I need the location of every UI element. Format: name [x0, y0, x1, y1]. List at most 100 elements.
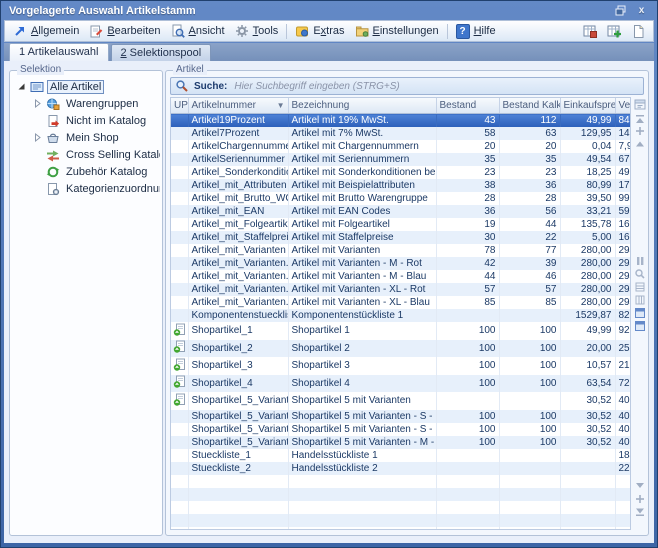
menu-hilfe[interactable]: ?Hilfe	[451, 22, 501, 40]
tree-item[interactable]: Kategorienzuordnung entfernen	[12, 180, 160, 197]
table-row[interactable]: Shopartikel_5_Varianten.3Shopartikel 5 m…	[171, 436, 631, 449]
table-row[interactable]: Artikel_mit_AttributenArtikel mit Beispi…	[171, 179, 631, 192]
scroll-bottom-icon[interactable]	[633, 506, 646, 518]
tree-item[interactable]: Alle Artikel	[12, 78, 160, 95]
bestand-cell: 85	[436, 296, 499, 309]
expanded-expander-icon[interactable]	[16, 81, 27, 92]
artikelnummer-cell: ArtikelChargennummer	[188, 140, 288, 153]
table-row[interactable]: Shopartikel_1Shopartikel 110010049,9992,	[171, 322, 631, 340]
table-row[interactable]: Artikel_mit_FolgeartikelArtikel mit Folg…	[171, 218, 631, 231]
scroll-up-plus-icon[interactable]	[633, 125, 646, 137]
tab-selektionspool[interactable]: 2 Selektionspool	[111, 44, 212, 61]
collapsed-expander-icon[interactable]	[32, 132, 43, 143]
new-document-icon[interactable]	[630, 23, 646, 39]
column-header[interactable]: Ve	[615, 98, 631, 114]
scroll-down-plus-icon[interactable]	[633, 493, 646, 505]
bestand-cell: 36	[436, 205, 499, 218]
window-icon[interactable]	[633, 320, 646, 332]
table-row[interactable]: Artikel_SonderkonditionenArtikel mit Son…	[171, 166, 631, 179]
table-row[interactable]: Stueckliste_1Handelsstückliste 1184	[171, 449, 631, 462]
table-row[interactable]: Artikel_mit_Varianten.005Artikel mit Var…	[171, 283, 631, 296]
einkaufspreis-cell	[560, 462, 615, 475]
tree-item[interactable]: Nicht im Katalog	[12, 112, 160, 129]
table-row[interactable]: Stueckliste_2Handelsstückliste 2229	[171, 462, 631, 475]
table-row[interactable]: Artikel_mit_VariantenArtikel mit Variant…	[171, 244, 631, 257]
tab-artikelauswahl[interactable]: 1 Artikelauswahl	[9, 43, 109, 61]
window-icon[interactable]	[633, 307, 646, 319]
table-export-icon[interactable]	[582, 23, 598, 39]
einkaufspreis-cell: 129,95	[560, 127, 615, 140]
column-header[interactable]: Einkaufspreis	[560, 98, 615, 114]
up-cell	[171, 153, 188, 166]
column-header[interactable]: Artikelnummer▼	[188, 98, 288, 114]
maximize-button[interactable]	[613, 4, 628, 17]
table-row[interactable]: Artikel_mit_StaffelpreiseArtikel mit Sta…	[171, 231, 631, 244]
menu-extras[interactable]: Extras	[290, 22, 349, 40]
table-row[interactable]: Shopartikel_5_Varianten.1Shopartikel 5 m…	[171, 410, 631, 423]
ve-cell: 49,	[615, 166, 631, 179]
table-row[interactable]: Shopartikel_3Shopartikel 310010010,5721,	[171, 357, 631, 375]
einkaufspreis-cell: 280,00	[560, 244, 615, 257]
scroll-top-icon[interactable]	[633, 113, 646, 125]
bestand-cell: 42	[436, 257, 499, 270]
table-row[interactable]: ArtikelSeriennummerArtikel mit Seriennum…	[171, 153, 631, 166]
tree-item[interactable]: Cross Selling Katalog	[12, 146, 160, 163]
bestand-cell: 100	[436, 410, 499, 423]
table-row[interactable]: Artikel_mit_Varianten.004Artikel mit Var…	[171, 270, 631, 283]
einkaufspreis-cell: 18,25	[560, 166, 615, 179]
scroll-up-icon[interactable]	[633, 137, 646, 149]
search-input[interactable]	[232, 80, 639, 93]
bezeichnung-cell: Artikel mit 19% MwSt.	[288, 114, 436, 128]
table-row[interactable]: Shopartikel_2Shopartikel 210010020,0025,	[171, 340, 631, 358]
bestand-kalk-cell: 100	[499, 423, 560, 436]
menu-tools[interactable]: Tools	[230, 22, 284, 40]
table-row[interactable]: Komponentenstueckliste_1Komponentenstück…	[171, 309, 631, 322]
table-row[interactable]: Shopartikel_5_Varianten.2Shopartikel 5 m…	[171, 423, 631, 436]
table-add-icon[interactable]	[606, 23, 622, 39]
menu-ansicht[interactable]: Ansicht	[166, 22, 230, 40]
tree-item-label: Alle Artikel	[47, 80, 104, 94]
table-row[interactable]: Artikel_mit_EANArtikel mit EAN Codes3656…	[171, 205, 631, 218]
tree-item[interactable]: Mein Shop	[12, 129, 160, 146]
bezeichnung-cell: Shopartikel 1	[288, 322, 436, 340]
column-header[interactable]: UP	[171, 98, 188, 114]
empty-row	[171, 514, 631, 527]
ve-cell: 21,	[615, 357, 631, 375]
table-row[interactable]: Artikel_mit_Brutto_WGRArtikel mit Brutto…	[171, 192, 631, 205]
column-header[interactable]: Bestand Kalk.	[499, 98, 560, 114]
app-window: Vorgelagerte Auswahl Artikelstamm x Allg…	[0, 0, 658, 548]
close-button[interactable]: x	[634, 4, 649, 17]
table-row[interactable]: Artikel7ProzentArtikel mit 7% MwSt.58631…	[171, 127, 631, 140]
column-header[interactable]: Bezeichnung	[288, 98, 436, 114]
table-row[interactable]: Artikel_mit_Varianten.003Artikel mit Var…	[171, 257, 631, 270]
columns-icon[interactable]	[633, 294, 646, 306]
magnifier-icon[interactable]	[633, 268, 646, 280]
folder-settings-icon	[355, 24, 369, 38]
menu-einstellungen[interactable]: Einstellungen	[350, 22, 444, 40]
table-row[interactable]: ArtikelChargennummerArtikel mit Chargenn…	[171, 140, 631, 153]
up-cell	[171, 166, 188, 179]
column-chooser-icon[interactable]	[633, 98, 646, 110]
tree-item[interactable]: Zubehör Katalog	[12, 163, 160, 180]
ve-cell: 184	[615, 449, 631, 462]
up-cell	[171, 127, 188, 140]
pause-icon[interactable]	[633, 255, 646, 267]
table-row[interactable]: Artikel_mit_Varianten.006Artikel mit Var…	[171, 296, 631, 309]
scroll-down-icon[interactable]	[633, 480, 646, 492]
collapsed-expander-icon[interactable]	[32, 98, 43, 109]
table-row[interactable]: Shopartikel_4Shopartikel 410010063,5472,	[171, 375, 631, 393]
table-row[interactable]: Shopartikel_5_VariantenShopartikel 5 mit…	[171, 392, 631, 410]
bestand-cell: 30	[436, 231, 499, 244]
menu-bearbeiten[interactable]: Bearbeiten	[84, 22, 165, 40]
einkaufspreis-cell: 63,54	[560, 375, 615, 393]
cross-arrows-icon	[46, 148, 60, 162]
up-cell	[171, 179, 188, 192]
toolbar-right-icons	[582, 23, 650, 39]
table-row[interactable]: Artikel19ProzentArtikel mit 19% MwSt.431…	[171, 114, 631, 128]
up-cell	[171, 114, 188, 128]
tree-item[interactable]: Warengruppen	[12, 95, 160, 112]
rows-icon[interactable]	[633, 281, 646, 293]
menu-allgemein[interactable]: Allgemein	[8, 22, 84, 40]
up-cell	[171, 375, 188, 393]
column-header[interactable]: Bestand	[436, 98, 499, 114]
